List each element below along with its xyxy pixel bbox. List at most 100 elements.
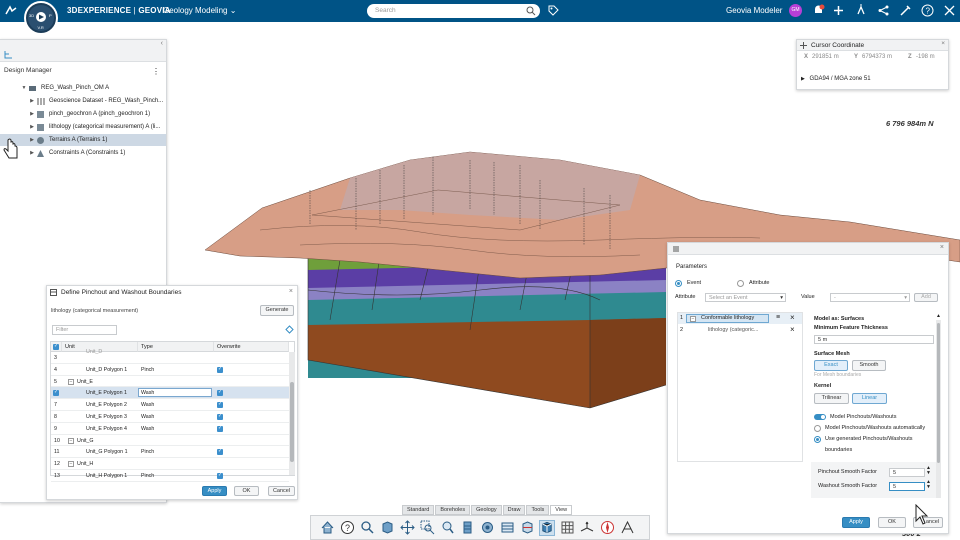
- expand-toggle-icon[interactable]: ▶: [28, 111, 36, 117]
- attribute-radio[interactable]: [737, 280, 744, 287]
- table-row[interactable]: 9 Unit_E Polygon 4 Wash: [51, 423, 289, 435]
- cube-view-button[interactable]: [379, 520, 395, 536]
- model-pinchouts-toggle[interactable]: [814, 414, 826, 420]
- more-menu-icon[interactable]: ⋮: [152, 67, 160, 76]
- table-row[interactable]: 6Unit_E Polygon 1Wash: [51, 387, 289, 400]
- zoom-button[interactable]: [359, 520, 375, 536]
- tab-tools[interactable]: Tools: [526, 505, 550, 515]
- min-thickness-input[interactable]: 5 m: [814, 335, 934, 344]
- grid-button[interactable]: [559, 520, 575, 536]
- measure-button[interactable]: [619, 520, 635, 536]
- type-cell[interactable]: Pinch: [141, 367, 154, 373]
- 3ds-logo-icon[interactable]: [4, 5, 18, 17]
- table-row[interactable]: 8 Unit_E Polygon 3 Wash: [51, 411, 289, 423]
- table-group-row[interactable]: 12 − Unit_H: [51, 458, 289, 470]
- add-button[interactable]: Add: [914, 293, 938, 302]
- select-all-checkbox[interactable]: [53, 343, 59, 350]
- apply-button[interactable]: Apply: [842, 517, 870, 528]
- expand-toggle-icon[interactable]: ▶: [28, 137, 36, 143]
- panel-collapse-icon[interactable]: ‹: [161, 40, 163, 47]
- select-all-header[interactable]: [51, 342, 62, 352]
- overwrite-checkbox[interactable]: [217, 425, 223, 432]
- tab-boreholes[interactable]: Boreholes: [435, 505, 471, 515]
- zoom-area-button[interactable]: [419, 520, 435, 536]
- expand-toggle-icon[interactable]: ▶: [28, 150, 36, 156]
- crs-row[interactable]: ▶ GDA94 / MGA zone 51: [801, 76, 946, 86]
- help-icon[interactable]: ?: [921, 4, 934, 17]
- event-radio[interactable]: [675, 280, 682, 287]
- tab-geology[interactable]: Geology: [471, 505, 502, 515]
- search-icon[interactable]: [526, 6, 536, 16]
- expand-toggle-icon[interactable]: ▼: [20, 85, 28, 91]
- generate-button[interactable]: Generate: [260, 305, 294, 316]
- overwrite-checkbox[interactable]: [217, 472, 223, 479]
- table-row[interactable]: 4 Unit_D Polygon 1 Pinch: [51, 364, 289, 376]
- mesh-smooth-button[interactable]: Smooth: [852, 360, 886, 371]
- tree-view-icon[interactable]: [4, 50, 13, 59]
- tag-icon[interactable]: [548, 5, 559, 16]
- search-zoom-button[interactable]: [439, 520, 455, 536]
- overwrite-checkbox[interactable]: [217, 413, 223, 420]
- ok-button[interactable]: OK: [234, 486, 259, 496]
- group-collapse-icon[interactable]: −: [68, 378, 74, 385]
- layers-button[interactable]: [499, 520, 515, 536]
- search-input[interactable]: Search: [367, 4, 540, 18]
- tree-item-root[interactable]: ▼ REG_Wash_Pinch_OM A: [0, 82, 166, 94]
- expand-toggle-icon[interactable]: ▶: [801, 76, 805, 82]
- column-header-type[interactable]: Type: [138, 342, 214, 352]
- compass-view-button[interactable]: [599, 520, 615, 536]
- parameters-scrollbar[interactable]: [936, 320, 941, 498]
- tree-item-constraints[interactable]: ▶ Constraints A (Constraints 1): [0, 147, 166, 159]
- display-mode-button[interactable]: [539, 519, 555, 536]
- close-icon[interactable]: ×: [940, 244, 944, 251]
- borehole-button[interactable]: [459, 520, 475, 536]
- tree-item-geoscience-dataset[interactable]: ▶ Geoscience Dataset - REG_Wash_Pinch...: [0, 95, 166, 107]
- table-row[interactable]: 3 Unit_D: [51, 349, 289, 364]
- value-select[interactable]: - ▾: [830, 293, 910, 302]
- kernel-trilinear-button[interactable]: Trilinear: [814, 393, 849, 404]
- axes-button[interactable]: [579, 520, 595, 536]
- collapse-arrow-icon[interactable]: ▲: [936, 313, 941, 319]
- group-collapse-icon[interactable]: −: [68, 437, 74, 444]
- remove-icon[interactable]: ×: [790, 325, 795, 334]
- overwrite-checkbox[interactable]: [217, 366, 223, 373]
- kernel-linear-button[interactable]: Linear: [852, 393, 887, 404]
- event-row-1[interactable]: 1 Conformable lithology − ≡ ×: [678, 313, 802, 324]
- compass-widget[interactable]: 3D P V.R: [24, 1, 58, 35]
- table-row[interactable]: 7 Unit_E Polygon 2 Wash: [51, 399, 289, 411]
- tab-draw[interactable]: Draw: [502, 505, 526, 515]
- apply-button[interactable]: Apply: [202, 486, 227, 496]
- remove-icon[interactable]: ×: [790, 313, 795, 322]
- user-name[interactable]: Geovia Modeler: [726, 6, 782, 15]
- mesh-exact-button[interactable]: Exact: [814, 360, 848, 371]
- event-row-2[interactable]: 2 lithology (categoric... ×: [678, 325, 802, 336]
- expand-toggle-icon[interactable]: ▶: [28, 98, 36, 104]
- tree-item-lithology[interactable]: ▶ lithology (categorical measurement) A …: [0, 121, 166, 133]
- notifications-icon[interactable]: [812, 4, 825, 17]
- table-group-row[interactable]: 5 − Unit_E: [51, 376, 289, 388]
- tab-view[interactable]: View: [550, 505, 573, 515]
- type-cell[interactable]: Wash: [138, 388, 212, 398]
- type-cell[interactable]: Pinch: [141, 473, 154, 479]
- add-icon[interactable]: [832, 4, 845, 17]
- attribute-select[interactable]: Select an Event ▾: [705, 293, 786, 302]
- table-row[interactable]: 13 Unit_H Polygon 1 Pinch: [51, 470, 289, 482]
- home-view-button[interactable]: [319, 520, 335, 536]
- tools-icon[interactable]: [899, 4, 912, 17]
- collapse-toggle-icon[interactable]: −: [690, 316, 696, 322]
- overwrite-checkbox[interactable]: [217, 448, 223, 456]
- refresh-icon[interactable]: [285, 325, 294, 334]
- type-cell[interactable]: Pinch: [141, 449, 154, 455]
- row-checkbox[interactable]: [53, 389, 59, 397]
- scrollbar-thumb[interactable]: [290, 382, 294, 462]
- type-cell[interactable]: Wash: [141, 426, 154, 432]
- washout-smooth-factor-input[interactable]: 5: [889, 482, 925, 491]
- auto-pinchouts-radio[interactable]: [814, 425, 821, 432]
- share-icon[interactable]: [855, 4, 868, 17]
- spinner-arrows-icon[interactable]: ▲ ▼: [926, 480, 931, 490]
- collapse-icon[interactable]: [943, 4, 956, 17]
- tree-item-pinch-geochron[interactable]: ▶ pinch_geochron A (pinch_geochron 1): [0, 108, 166, 120]
- table-row[interactable]: 11 Unit_G Polygon 1 Pinch: [51, 446, 289, 459]
- overwrite-checkbox[interactable]: [217, 401, 223, 409]
- pan-button[interactable]: [399, 520, 415, 536]
